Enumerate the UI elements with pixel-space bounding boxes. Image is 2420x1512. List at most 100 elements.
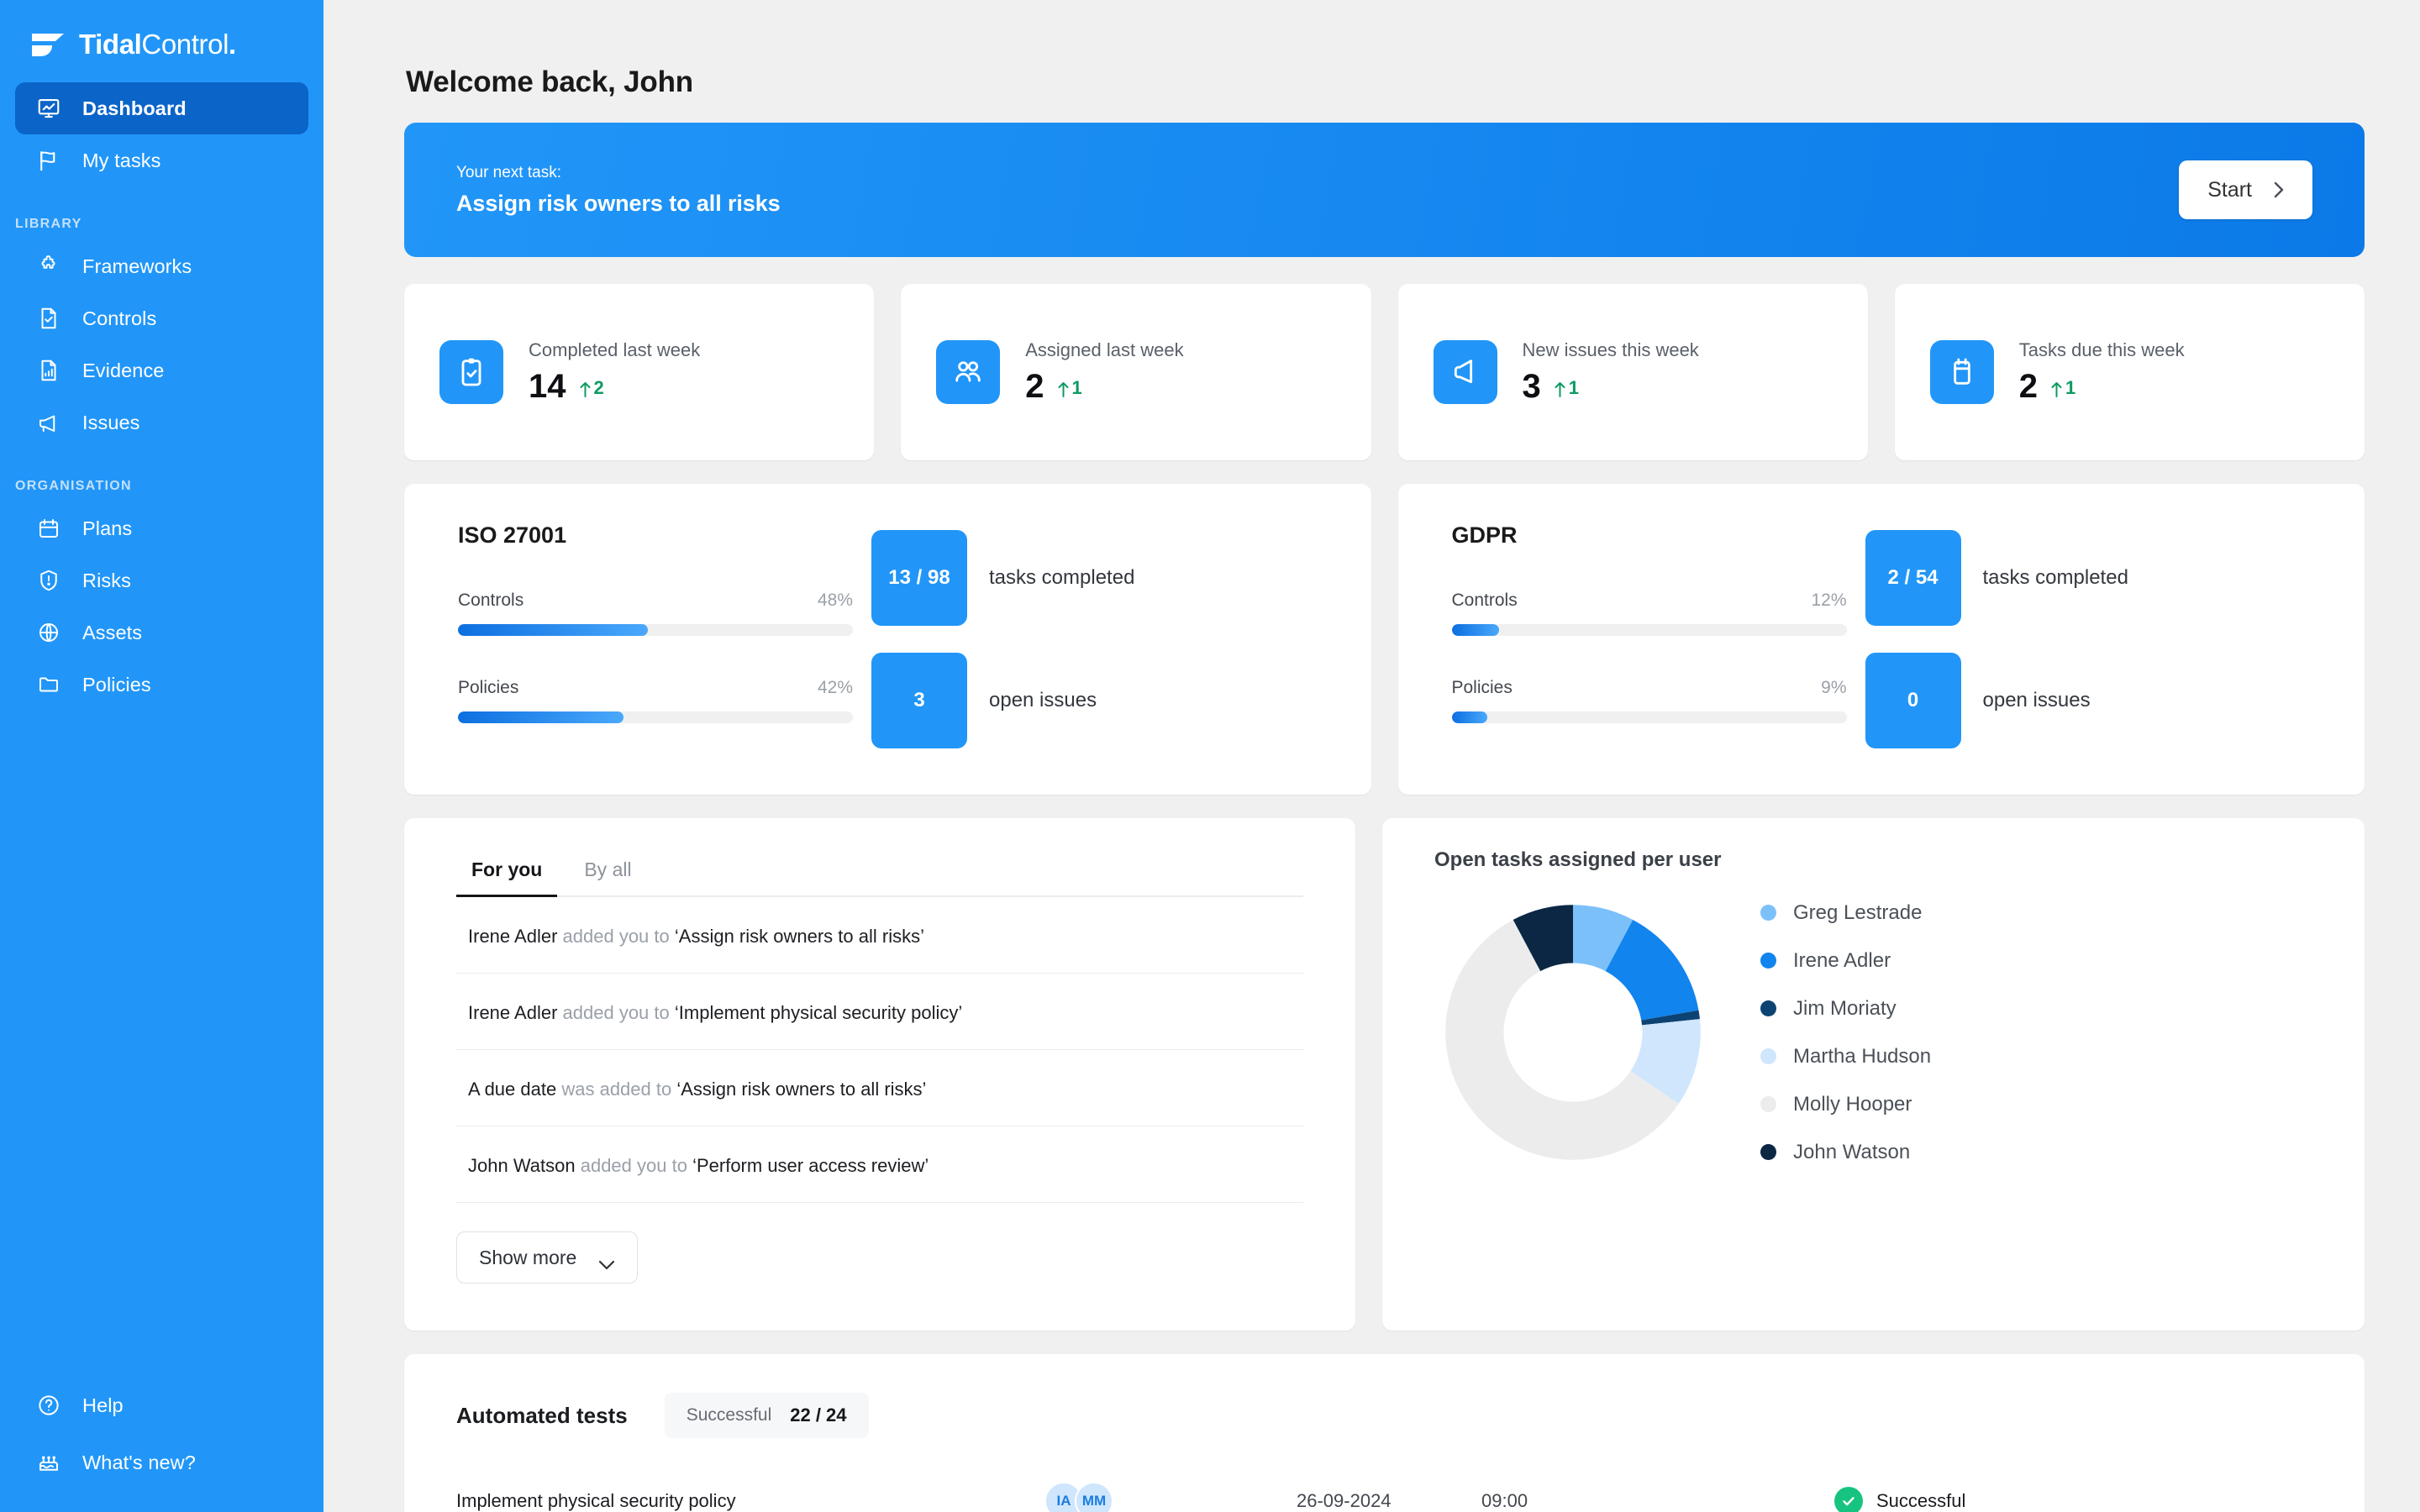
test-date: 26-09-2024 xyxy=(1297,1490,1392,1511)
stat-delta: 2 xyxy=(580,377,604,399)
sidebar-section-library: LIBRARY xyxy=(15,217,82,231)
progress-head: Controls 48% xyxy=(458,591,853,611)
activity-item[interactable]: John Watson added you to ‘Perform user a… xyxy=(456,1126,1303,1203)
avatar: MM xyxy=(1075,1482,1113,1512)
legend-color-dot xyxy=(1760,1048,1776,1064)
progress-policies: Policies 42% xyxy=(458,678,853,723)
tab-by-all[interactable]: By all xyxy=(569,850,646,897)
sidebar-item-dashboard[interactable]: Dashboard xyxy=(15,82,308,134)
activity-item[interactable]: Irene Adler added you to ‘Assign risk ow… xyxy=(456,897,1303,974)
sidebar-item-frameworks[interactable]: Frameworks xyxy=(15,240,308,292)
megaphone-icon xyxy=(34,407,64,438)
framework-card-gdpr[interactable]: GDPR Controls 12% Policies 9% 2 / 54 tas… xyxy=(1397,484,2365,795)
arrow-up-icon xyxy=(2051,381,2062,397)
framework-metrics: 2 / 54 tasks completed 0 open issues xyxy=(1847,522,2327,756)
progress-fill xyxy=(1451,711,1487,723)
clipboard-check-icon xyxy=(439,340,503,404)
progress-head: Policies 42% xyxy=(458,678,853,698)
legend-label: Irene Adler xyxy=(1793,948,1891,972)
metric-open-issues: 3 open issues xyxy=(871,653,1333,748)
next-task-banner: Your next task: Assign risk owners to al… xyxy=(404,123,2365,257)
shield-alert-icon xyxy=(34,565,64,596)
sidebar-item-label: Evidence xyxy=(82,359,165,381)
sidebar-nav-primary: Dashboard My tasks xyxy=(0,82,324,186)
sidebar-item-my-tasks[interactable]: My tasks xyxy=(15,134,308,186)
automated-tests-title: Automated tests xyxy=(456,1402,628,1428)
metric-value: 13 / 98 xyxy=(871,530,967,626)
start-button[interactable]: Start xyxy=(2179,160,2312,219)
progress-label: Policies xyxy=(1451,678,1512,697)
legend-color-dot xyxy=(1760,1000,1776,1016)
table-row[interactable]: Implement physical security policy IA MM… xyxy=(456,1482,2312,1512)
sidebar-item-issues[interactable]: Issues xyxy=(15,396,308,449)
brand-logo[interactable]: TidalControl. xyxy=(0,0,324,82)
sidebar-item-label: My tasks xyxy=(82,149,161,171)
metric-value: 3 xyxy=(871,653,967,748)
stat-card-completed-last-week[interactable]: Completed last week 14 2 xyxy=(404,284,875,460)
sidebar-item-assets[interactable]: Assets xyxy=(15,606,308,659)
stat-body: New issues this week 3 1 xyxy=(1523,339,1699,406)
progress-controls: Controls 48% xyxy=(458,591,853,636)
test-name: Implement physical security policy xyxy=(456,1490,736,1511)
framework-name: ISO 27001 xyxy=(458,522,567,548)
sidebar-item-whats-new[interactable]: What's new? xyxy=(15,1436,308,1488)
page-title: Welcome back, John xyxy=(406,66,693,98)
sidebar-item-help[interactable]: Help xyxy=(15,1379,308,1431)
activity-target: ‘Perform user access review’ xyxy=(692,1155,929,1176)
stat-value: 14 xyxy=(529,367,566,405)
sidebar-item-risks[interactable]: Risks xyxy=(15,554,308,606)
stat-line: 3 1 xyxy=(1523,368,1699,406)
framework-name: GDPR xyxy=(1451,522,1518,548)
stat-title: Tasks due this week xyxy=(2018,339,2185,360)
stat-card-tasks-due-this-week[interactable]: Tasks due this week 2 1 xyxy=(1894,284,2365,460)
legend-color-dot xyxy=(1760,953,1776,969)
tab-for-you[interactable]: For you xyxy=(456,850,558,897)
metric-label: open issues xyxy=(989,689,1097,711)
stat-card-new-issues-this-week[interactable]: New issues this week 3 1 xyxy=(1397,284,1868,460)
activity-actor: John Watson xyxy=(468,1155,576,1176)
activity-action: was added to xyxy=(561,1079,672,1100)
legend-item[interactable]: Greg Lestrade xyxy=(1760,901,1931,925)
users-icon xyxy=(936,340,1001,404)
progress-track xyxy=(458,624,853,636)
legend-label: Jim Moriaty xyxy=(1793,996,1897,1020)
legend-item[interactable]: Irene Adler xyxy=(1760,949,1931,973)
show-more-button[interactable]: Show more xyxy=(456,1231,639,1284)
activity-action: added you to xyxy=(580,1155,687,1176)
chart-title: Open tasks assigned per user xyxy=(1434,848,1722,871)
progress-track xyxy=(1451,624,1847,636)
progress-track xyxy=(458,711,853,723)
stat-title: Assigned last week xyxy=(1025,339,1184,360)
donut-chart[interactable] xyxy=(1434,894,1712,1171)
activity-item[interactable]: A due date was added to ‘Assign risk own… xyxy=(456,1050,1303,1126)
sidebar-section-organisation: ORGANISATION xyxy=(15,479,132,493)
legend-item[interactable]: Martha Hudson xyxy=(1760,1045,1931,1068)
legend-item[interactable]: John Watson xyxy=(1760,1141,1931,1164)
legend-label: John Watson xyxy=(1793,1140,1911,1163)
calendar-icon xyxy=(1929,340,1994,404)
progress-percent: 12% xyxy=(1811,591,1847,610)
legend-item[interactable]: Molly Hooper xyxy=(1760,1093,1931,1116)
sidebar-item-evidence[interactable]: Evidence xyxy=(15,344,308,396)
next-task-name: Assign risk owners to all risks xyxy=(456,190,781,216)
sidebar-item-controls[interactable]: Controls xyxy=(15,292,308,344)
stat-card-assigned-last-week[interactable]: Assigned last week 2 1 xyxy=(901,284,1371,460)
next-task-text: Your next task: Assign risk owners to al… xyxy=(456,164,781,217)
activity-item[interactable]: Irene Adler added you to ‘Implement phys… xyxy=(456,974,1303,1050)
framework-card-iso-27001[interactable]: ISO 27001 Controls 48% Policies 42% 13 /… xyxy=(404,484,1371,795)
sidebar-item-label: Dashboard xyxy=(82,97,187,119)
legend-item[interactable]: Jim Moriaty xyxy=(1760,997,1931,1021)
sidebar-item-label: Frameworks xyxy=(82,255,192,277)
stat-value: 2 xyxy=(2018,367,2038,405)
sidebar-item-label: Help xyxy=(82,1394,124,1416)
automated-tests-card: Automated tests Successful 22 / 24 Imple… xyxy=(404,1354,2365,1512)
legend-label: Martha Hudson xyxy=(1793,1044,1932,1068)
sidebar-nav-library: Frameworks Controls Evidence Issues xyxy=(0,240,324,449)
framework-progress: ISO 27001 Controls 48% Policies 42% xyxy=(458,522,853,756)
progress-fill xyxy=(1451,624,1499,636)
folder-icon xyxy=(34,669,64,700)
arrow-up-icon xyxy=(1058,381,1069,397)
sidebar-item-plans[interactable]: Plans xyxy=(15,502,308,554)
sidebar-item-policies[interactable]: Policies xyxy=(15,659,308,711)
main-content: Welcome back, John Your next task: Assig… xyxy=(324,0,2420,1512)
